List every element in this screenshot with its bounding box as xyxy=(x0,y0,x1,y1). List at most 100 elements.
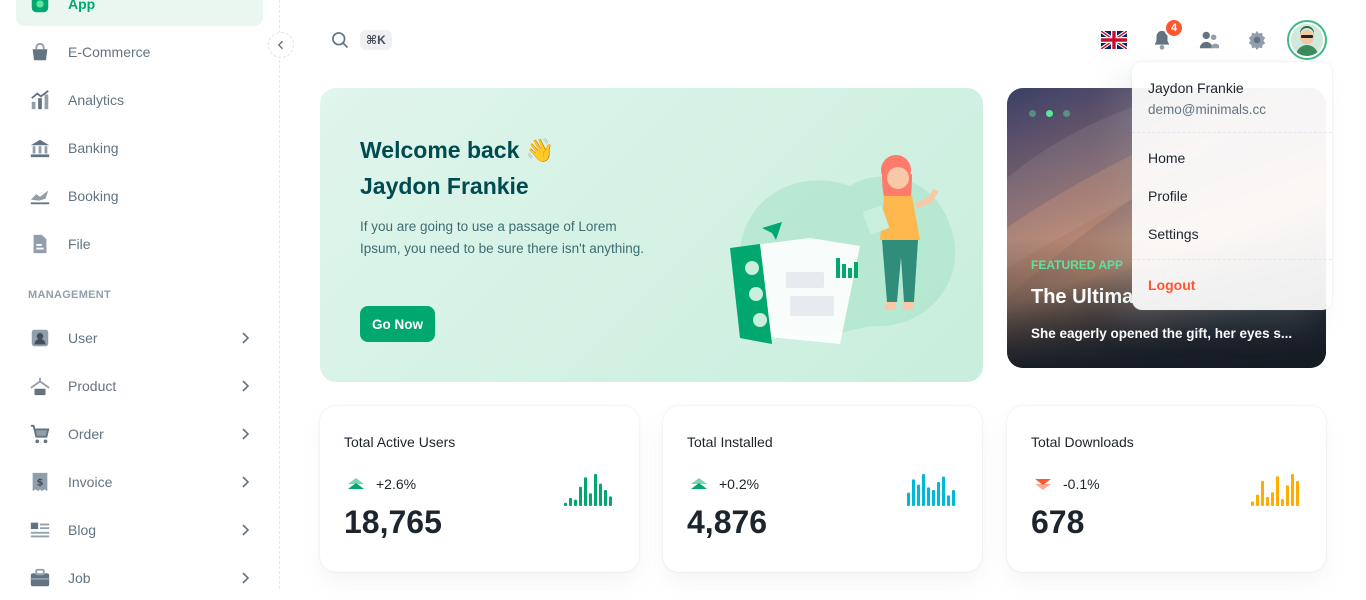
sparkline-bar xyxy=(937,482,940,506)
settings-button[interactable] xyxy=(1244,27,1270,53)
sparkline-bar xyxy=(1271,492,1274,506)
chevron-right-icon xyxy=(242,428,250,440)
stat-value: 4,876 xyxy=(687,504,768,540)
menu-divider xyxy=(1132,132,1332,133)
welcome-title-line2: Jaydon Frankie xyxy=(360,173,529,199)
sidebar-item-label: User xyxy=(68,330,98,346)
sparkline-bar xyxy=(1261,480,1264,506)
search-shortcut: ⌘K xyxy=(360,30,392,50)
sidebar-item-file[interactable]: File xyxy=(16,222,263,266)
sparkline-bar xyxy=(1286,485,1289,506)
sparkline-bar xyxy=(569,498,572,506)
sidebar-item-order[interactable]: Order xyxy=(16,412,263,456)
menu-divider xyxy=(1132,259,1332,260)
sidebar-item-user[interactable]: User xyxy=(16,316,263,360)
sidebar-item-invoice[interactable]: $ Invoice xyxy=(16,460,263,504)
search-button[interactable]: ⌘K xyxy=(330,30,392,50)
stat-trend: +0.2% xyxy=(687,472,759,496)
trend-up-icon xyxy=(687,472,711,496)
sidebar-item-booking[interactable]: Booking xyxy=(16,174,263,218)
chevron-left-icon xyxy=(277,40,283,50)
sidebar-item-banking[interactable]: Banking xyxy=(16,126,263,170)
stat-card-installed: Total Installed +0.2% 4,876 xyxy=(663,406,982,572)
logout-button[interactable]: Logout xyxy=(1148,277,1195,293)
sidebar-item-analytics[interactable]: Analytics xyxy=(16,78,263,122)
sparkline-chart xyxy=(907,474,955,506)
sparkline-bar xyxy=(604,490,607,506)
sparkline-bar xyxy=(1256,494,1259,506)
chevron-right-icon xyxy=(242,524,250,536)
sparkline-bar xyxy=(932,490,935,506)
sparkline-bar xyxy=(1251,501,1254,506)
welcome-title-line1: Welcome back 👋 xyxy=(360,137,555,163)
app-icon xyxy=(28,0,52,16)
sidebar-item-label: Product xyxy=(68,378,117,394)
sidebar-item-label: E-Commerce xyxy=(68,44,151,60)
sparkline-bar xyxy=(922,474,925,506)
sparkline-bar xyxy=(912,479,915,506)
sparkline-bar xyxy=(609,496,612,506)
notification-badge: 4 xyxy=(1164,18,1184,38)
carousel-dot[interactable] xyxy=(1063,110,1070,117)
stat-value: 678 xyxy=(1031,504,1085,540)
sparkline-bar xyxy=(1281,499,1284,506)
menu-item-settings[interactable]: Settings xyxy=(1148,226,1199,242)
sidebar-item-label: Blog xyxy=(68,522,97,538)
stat-card-downloads: Total Downloads -0.1% 678 xyxy=(1007,406,1326,572)
account-avatar[interactable] xyxy=(1287,20,1327,60)
sparkline-bar xyxy=(927,487,930,506)
sidebar-item-ecommerce[interactable]: E-Commerce xyxy=(16,30,263,74)
sidebar-item-app[interactable]: App xyxy=(16,0,263,26)
contacts-button[interactable] xyxy=(1196,27,1222,53)
sidebar-item-blog[interactable]: Blog xyxy=(16,508,263,552)
menu-item-home[interactable]: Home xyxy=(1148,150,1185,166)
welcome-banner: Welcome back 👋 Jaydon Frankie If you are… xyxy=(320,88,983,382)
account-name: Jaydon Frankie xyxy=(1148,80,1244,96)
featured-title[interactable]: The Ultima xyxy=(1031,286,1133,309)
chevron-right-icon xyxy=(242,476,250,488)
featured-description: She eagerly opened the gift, her eyes s.… xyxy=(1031,326,1293,341)
language-button[interactable] xyxy=(1101,27,1127,53)
sparkline-bar xyxy=(1276,476,1279,506)
menu-item-profile[interactable]: Profile xyxy=(1148,188,1188,204)
sparkline-bar xyxy=(907,492,910,506)
bank-icon xyxy=(28,136,52,160)
sidebar-item-job[interactable]: Job xyxy=(16,556,263,600)
carousel-dot-active[interactable] xyxy=(1046,110,1053,117)
carousel-dot[interactable] xyxy=(1029,110,1036,117)
sparkline-bar xyxy=(589,493,592,506)
stat-card-active-users: Total Active Users +2.6% 18,765 xyxy=(320,406,639,572)
sidebar-item-label: Job xyxy=(68,570,91,586)
uk-flag-icon xyxy=(1101,31,1127,49)
sparkline-bar xyxy=(917,484,920,506)
sidebar-item-label: Invoice xyxy=(68,474,113,490)
stat-trend-value: -0.1% xyxy=(1063,476,1100,492)
stat-trend: +2.6% xyxy=(344,472,416,496)
sidebar-item-label: File xyxy=(68,236,91,252)
blog-icon xyxy=(28,518,52,542)
sparkline-chart xyxy=(1251,474,1299,506)
account-menu-popover: Jaydon Frankie demo@minimals.cc Home Pro… xyxy=(1132,62,1332,310)
stat-trend-value: +0.2% xyxy=(719,476,760,492)
sidebar-item-product[interactable]: Product xyxy=(16,364,263,408)
sidebar-item-label: Analytics xyxy=(68,92,125,108)
go-now-button[interactable]: Go Now xyxy=(360,306,435,342)
sparkline-bar xyxy=(947,495,950,506)
invoice-icon: $ xyxy=(28,470,52,494)
sidebar-collapse-button[interactable] xyxy=(268,32,294,58)
stat-title: Total Installed xyxy=(687,434,773,450)
trend-down-icon xyxy=(1031,472,1055,496)
sparkline-bar xyxy=(1291,474,1294,506)
sidebar-subheader: MANAGEMENT xyxy=(28,289,112,301)
welcome-title: Welcome back 👋 Jaydon Frankie xyxy=(360,132,554,204)
stat-value: 18,765 xyxy=(344,504,442,540)
sparkline-bar xyxy=(579,486,582,506)
svg-text:$: $ xyxy=(36,478,43,489)
account-email: demo@minimals.cc xyxy=(1148,102,1266,117)
avatar-image xyxy=(1291,24,1323,56)
stat-trend: -0.1% xyxy=(1031,472,1100,496)
sidebar-item-label: App xyxy=(68,0,96,12)
welcome-description: If you are going to use a passage of Lor… xyxy=(360,219,645,256)
stat-title: Total Downloads xyxy=(1031,434,1134,450)
sidebar: App E-Commerce Analytics Banking Booking… xyxy=(0,0,280,589)
